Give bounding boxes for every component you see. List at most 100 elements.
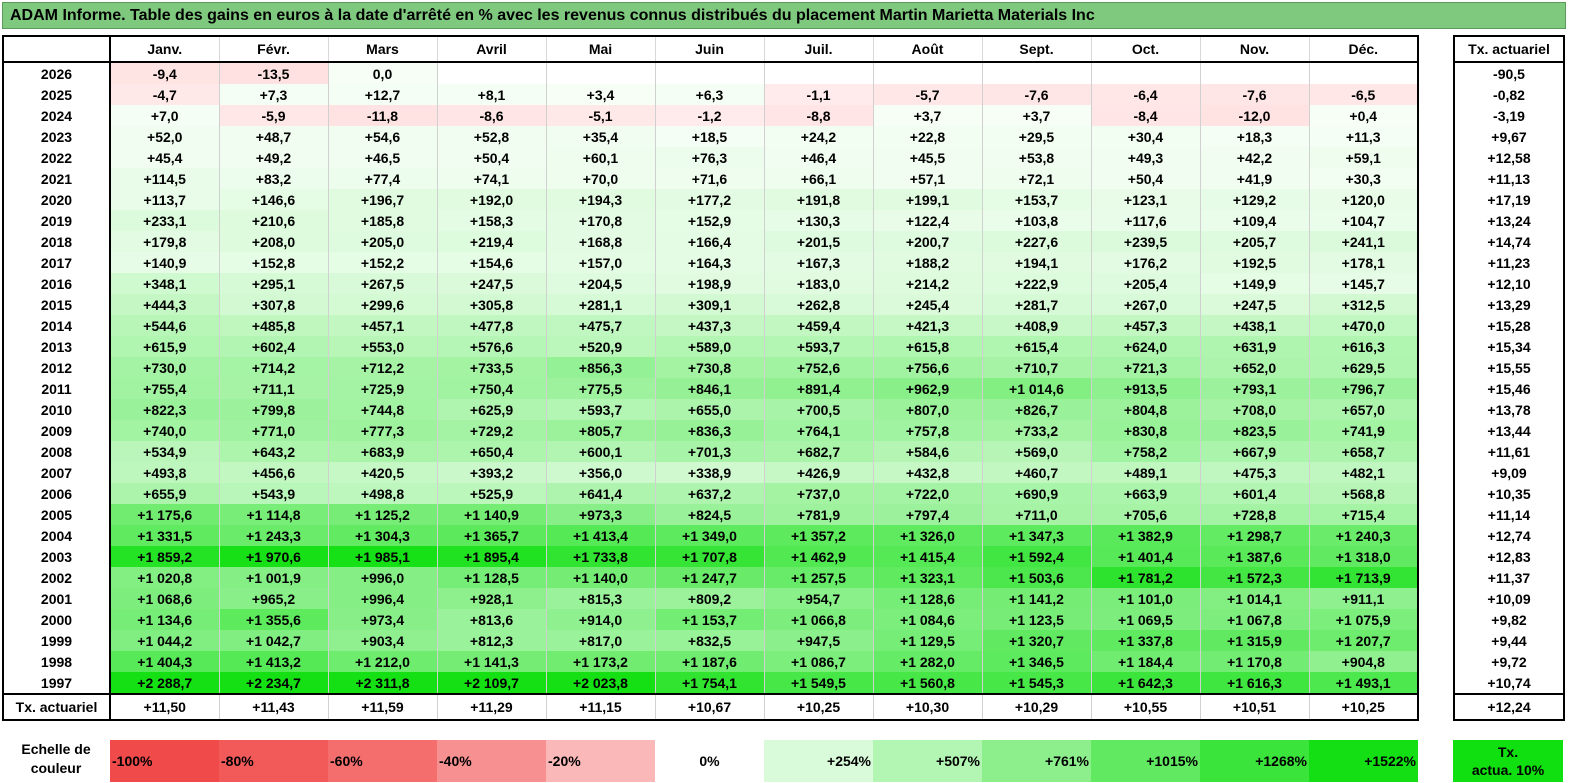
- gain-cell: +543,9: [218, 483, 328, 504]
- gain-cell: -6,5: [1308, 84, 1418, 105]
- gain-cell: +52,8: [436, 126, 546, 147]
- rate-row: +9,67: [1454, 126, 1564, 147]
- gain-cell: +393,2: [436, 462, 546, 483]
- gain-cell: +7,0: [109, 105, 219, 126]
- rate-cell: +9,82: [1491, 611, 1527, 628]
- gain-cell: +1 970,6: [218, 546, 328, 567]
- gain-cell: +764,1: [763, 420, 873, 441]
- gain-cell: +1 713,9: [1308, 567, 1418, 588]
- gain-cell: +973,4: [327, 609, 437, 630]
- gain-cell: +1 134,6: [109, 609, 219, 630]
- gain-cell: +663,9: [1090, 483, 1200, 504]
- gain-cell: +178,1: [1308, 252, 1418, 273]
- gain-cell: +70,0: [545, 168, 655, 189]
- table-row: 2015 +444,3 +307,8 +299,6 +305,8 +281,1 +309,1…: [3, 294, 1418, 315]
- footer-rate-cell: +10,29: [981, 693, 1091, 720]
- gain-cell: +752,6: [763, 357, 873, 378]
- gain-cell: +1 404,3: [109, 651, 219, 672]
- gain-cell: +152,9: [654, 210, 764, 231]
- month-header: Déc.: [1308, 36, 1418, 63]
- gain-cell: +690,9: [981, 483, 1091, 504]
- gain-cell: +641,4: [545, 483, 655, 504]
- year-label: 2014: [3, 315, 111, 336]
- gain-cell: [1199, 62, 1309, 84]
- gain-cell: +49,2: [218, 147, 328, 168]
- gain-cell: +18,3: [1199, 126, 1309, 147]
- gain-cell: [981, 62, 1091, 84]
- footer-rate-cell: +11,29: [436, 693, 546, 720]
- gain-cell: +1 503,6: [981, 567, 1091, 588]
- gain-cell: +807,0: [872, 399, 982, 420]
- gain-cell: +145,7: [1308, 273, 1418, 294]
- gain-cell: +109,4: [1199, 210, 1309, 231]
- month-header: Juil.: [763, 36, 873, 63]
- year-label: 2026: [3, 62, 111, 84]
- table-row: 2017 +140,9 +152,8 +152,2 +154,6 +157,0 +164,3…: [3, 252, 1418, 273]
- gain-cell: +911,1: [1308, 588, 1418, 609]
- gain-cell: +1 170,8: [1199, 651, 1309, 672]
- rate-color-legend: Tx. actua. 10%: [1453, 740, 1563, 782]
- gain-cell: +196,7: [327, 189, 437, 210]
- month-header: Mai: [545, 36, 655, 63]
- gain-cell: +631,9: [1199, 336, 1309, 357]
- gain-cell: +46,4: [763, 147, 873, 168]
- gain-cell: +682,7: [763, 441, 873, 462]
- gain-cell: +71,6: [654, 168, 764, 189]
- gain-cell: +470,0: [1308, 315, 1418, 336]
- gain-cell: +615,8: [872, 336, 982, 357]
- gain-cell: +584,6: [872, 441, 982, 462]
- table-row: 2014 +544,6 +485,8 +457,1 +477,8 +475,7 +437,3…: [3, 315, 1418, 336]
- gain-cell: +1 042,7: [218, 630, 328, 651]
- gain-cell: +903,4: [327, 630, 437, 651]
- year-label: 2015: [3, 294, 111, 315]
- gain-cell: +421,3: [872, 315, 982, 336]
- gain-cell: +77,4: [327, 168, 437, 189]
- gain-cell: +117,6: [1090, 210, 1200, 231]
- gain-cell: +146,6: [218, 189, 328, 210]
- gain-cell: +30,3: [1308, 168, 1418, 189]
- table-row: 2004 +1 331,5 +1 243,3 +1 304,3 +1 365,7 +1 4…: [3, 525, 1418, 546]
- gain-cell: +708,0: [1199, 399, 1309, 420]
- gain-cell: +817,0: [545, 630, 655, 651]
- gain-cell: +1 084,6: [872, 609, 982, 630]
- gain-cell: +1 616,3: [1199, 672, 1309, 694]
- gain-cell: [436, 62, 546, 84]
- gain-cell: +616,3: [1308, 336, 1418, 357]
- color-scale-swatch: +1015%: [1091, 740, 1200, 782]
- rate-cell: +11,13: [1487, 170, 1531, 187]
- year-label: 2009: [3, 420, 111, 441]
- rate-cell: +13,24: [1487, 212, 1531, 229]
- gain-cell: +1 282,0: [872, 651, 982, 672]
- color-scale-swatch: +507%: [873, 740, 982, 782]
- gain-cell: +1 642,3: [1090, 672, 1200, 694]
- table-row: 2026 -9,4 -13,5 0,0: [3, 62, 1418, 84]
- gain-cell: +201,5: [763, 231, 873, 252]
- gain-cell: +1 387,6: [1199, 546, 1309, 567]
- month-header: Mars: [327, 36, 437, 63]
- gain-cell: +219,4: [436, 231, 546, 252]
- footer-rate-cell: +10,25: [1308, 693, 1418, 720]
- gain-cell: -5,9: [218, 105, 328, 126]
- gain-cell: +199,1: [872, 189, 982, 210]
- rate-cell: +14,74: [1487, 233, 1531, 250]
- footer-rate-cell: +11,59: [327, 693, 437, 720]
- gain-cell: +1 545,3: [981, 672, 1091, 694]
- year-label: 1998: [3, 651, 111, 672]
- rate-row: -90,5: [1454, 62, 1564, 84]
- gain-cell: +194,1: [981, 252, 1091, 273]
- footer-rate-cell: +10,25: [763, 693, 873, 720]
- gain-cell: +1 592,4: [981, 546, 1091, 567]
- gain-cell: -8,6: [436, 105, 546, 126]
- month-header: Oct.: [1090, 36, 1200, 63]
- gain-cell: +1 140,0: [545, 567, 655, 588]
- rate-cell: +10,09: [1487, 590, 1531, 607]
- rate-cell: +9,09: [1491, 464, 1527, 481]
- rate-cell: -90,5: [1493, 65, 1525, 82]
- gain-cell: +74,1: [436, 168, 546, 189]
- gain-cell: +715,4: [1308, 504, 1418, 525]
- gain-cell: +49,3: [1090, 147, 1200, 168]
- month-header: Juin: [654, 36, 764, 63]
- gain-cell: +204,5: [545, 273, 655, 294]
- table-row: 2012 +730,0 +714,2 +712,2 +733,5 +856,3 +730,8…: [3, 357, 1418, 378]
- gain-cell: +815,3: [545, 588, 655, 609]
